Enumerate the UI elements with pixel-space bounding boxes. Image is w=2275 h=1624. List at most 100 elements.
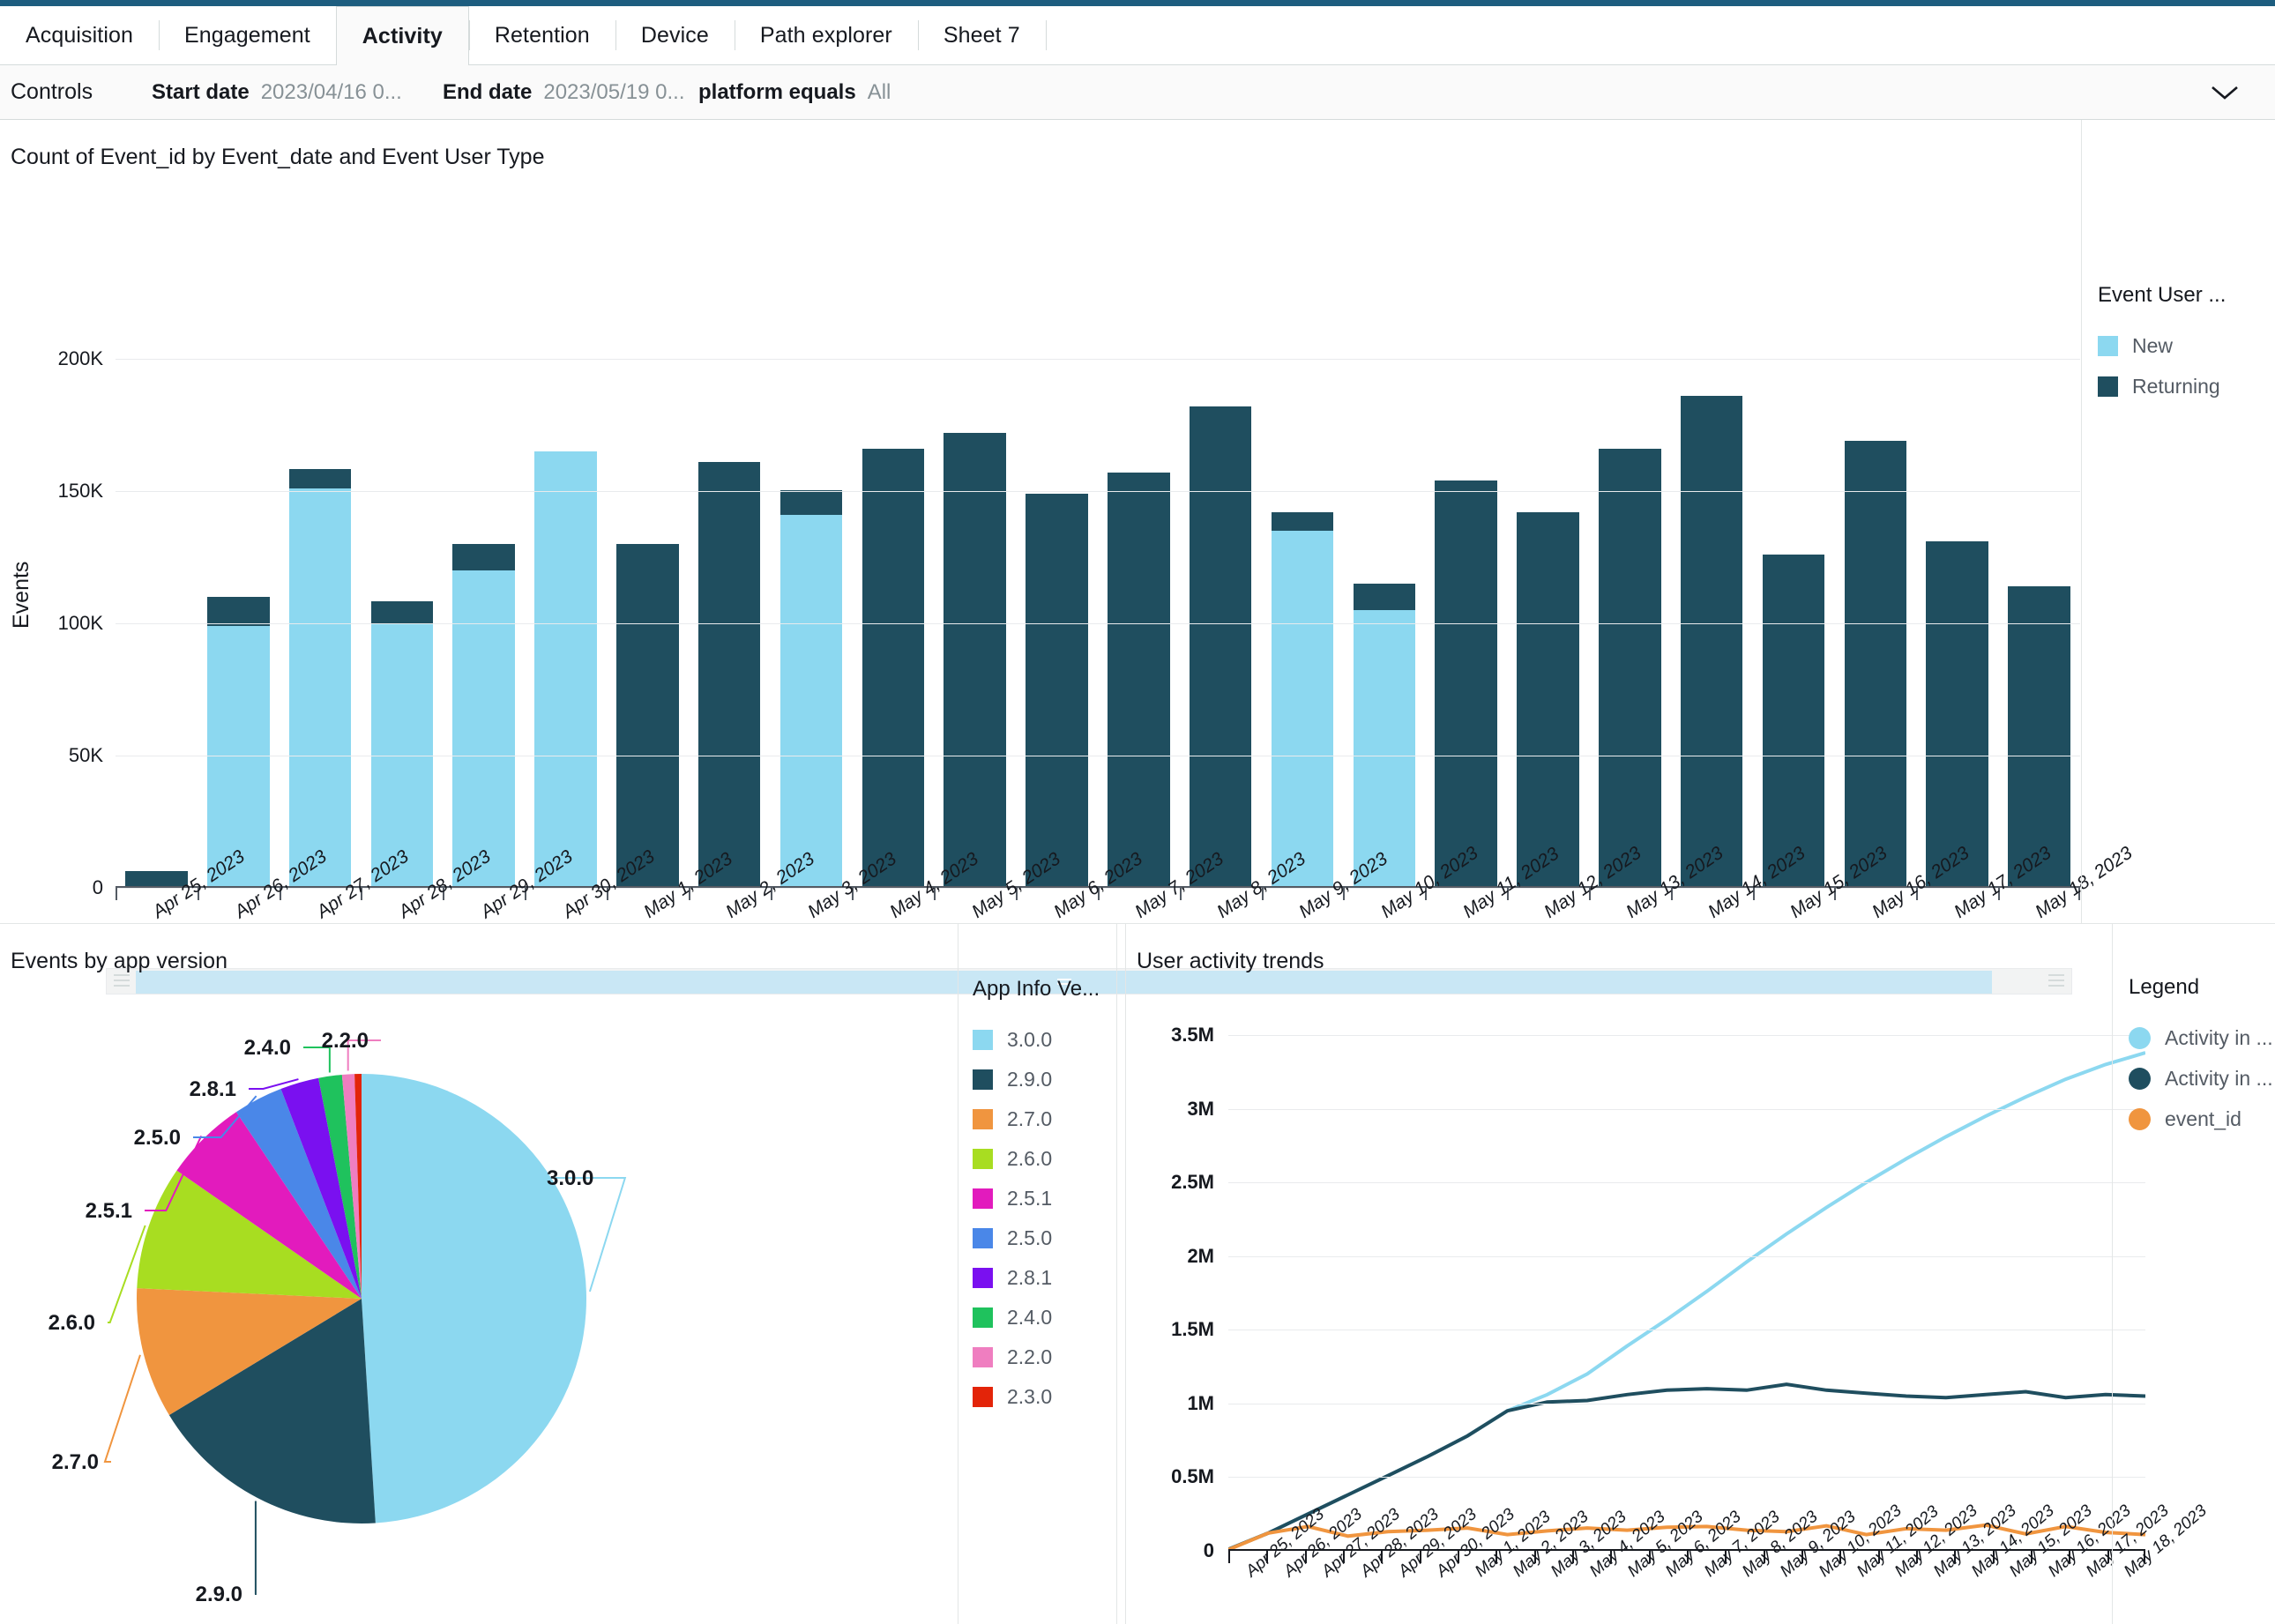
pie-legend-item[interactable]: 2.4.0 xyxy=(973,1306,1116,1330)
bar-segment-returning[interactable] xyxy=(862,449,925,888)
control-platform[interactable]: platform equals All xyxy=(698,80,891,105)
bar-column[interactable] xyxy=(862,449,925,888)
pie-legend-item[interactable]: 2.8.1 xyxy=(973,1266,1116,1290)
line-chart-plot[interactable]: 0 0.5M 1M 1.5M 2M 2.5M 3M 3.5M xyxy=(1171,1024,2145,1561)
bar-column[interactable] xyxy=(1680,396,1743,888)
pie-legend-item[interactable]: 2.7.0 xyxy=(973,1107,1116,1131)
tab-retention[interactable]: Retention xyxy=(468,6,615,64)
platform-value: All xyxy=(867,79,891,104)
bar-segment-new[interactable] xyxy=(452,570,515,888)
bar-chart-plot[interactable]: 0 50K 100K 150K 200K xyxy=(58,347,2080,898)
pie-legend-item[interactable]: 2.5.1 xyxy=(973,1187,1116,1211)
bar-column[interactable] xyxy=(1189,406,1252,888)
bar-column[interactable] xyxy=(206,597,270,888)
bar-segment-returning[interactable] xyxy=(1926,541,1988,888)
bar-column[interactable] xyxy=(1762,555,1825,888)
bar-segment-returning[interactable] xyxy=(944,433,1006,888)
bar-segment-returning[interactable] xyxy=(370,600,434,623)
bar-chart-y-tick-label: 200K xyxy=(57,347,103,369)
bar-column[interactable] xyxy=(534,451,597,888)
control-start-date[interactable]: Start date 2023/04/16 0... xyxy=(152,79,402,105)
bar-column[interactable] xyxy=(1026,494,1088,888)
tab-acquisition[interactable]: Acquisition xyxy=(0,6,159,64)
bar-segment-returning[interactable] xyxy=(1517,512,1579,888)
pie-legend-item[interactable]: 2.9.0 xyxy=(973,1068,1116,1091)
bar-segment-returning[interactable] xyxy=(288,468,352,488)
bar-segment-new[interactable] xyxy=(1271,531,1334,888)
pie-chart-svg[interactable]: 3.0.0 2.9.0 2.7.0 2.6.0 2.5.1 2.5.0 2.8.1 2.4.0… xyxy=(0,977,957,1624)
x-label-slot: Apr 30, 2023 xyxy=(1420,1505,1518,1624)
bar-legend-item-returning[interactable]: Returning xyxy=(2098,375,2275,399)
bar-segment-new[interactable] xyxy=(779,515,843,888)
bar-column[interactable] xyxy=(1353,584,1416,888)
bar-chart-title: Count of Event_id by Event_date and Even… xyxy=(11,145,545,169)
pie-slice-label: 2.9.0 xyxy=(196,1583,242,1606)
bar-column[interactable] xyxy=(370,600,434,888)
pie-chart-area[interactable]: 3.0.0 2.9.0 2.7.0 2.6.0 2.5.1 2.5.0 2.8.1 2.4.0… xyxy=(0,977,957,1624)
tab-activity[interactable]: Activity xyxy=(335,6,469,65)
bar-segment-returning[interactable] xyxy=(1599,449,1661,888)
chevron-down-icon[interactable] xyxy=(2210,85,2240,101)
x-label-slot: May 7, 2023 xyxy=(1687,1508,1784,1624)
bar-segment-returning[interactable] xyxy=(697,462,761,888)
bar-segment-returning[interactable] xyxy=(1271,512,1334,531)
bar-column[interactable] xyxy=(1271,512,1334,888)
bar-column[interactable] xyxy=(944,433,1006,888)
bar-segment-returning[interactable] xyxy=(1680,396,1743,888)
tab-label: Engagement xyxy=(184,22,310,48)
bar-segment-returning[interactable] xyxy=(1108,473,1170,888)
bar-segment-returning[interactable] xyxy=(1844,441,1907,888)
x-label-slot: May 17, 2023 xyxy=(2069,1501,2173,1624)
bar-segment-returning[interactable] xyxy=(1189,406,1252,888)
legend-color-dot xyxy=(2129,1068,2151,1090)
tab-sheet-7[interactable]: Sheet 7 xyxy=(917,6,1046,64)
pie-slice[interactable] xyxy=(362,1074,587,1523)
bar-segment-returning[interactable] xyxy=(1026,494,1088,888)
bar-column[interactable] xyxy=(2008,586,2070,888)
bar-column[interactable] xyxy=(1517,512,1579,888)
legend-color-swatch xyxy=(2098,336,2118,356)
bar-column[interactable] xyxy=(697,462,761,888)
line-legend-item-3[interactable]: event_id xyxy=(2129,1107,2275,1131)
pie-legend-item[interactable]: 2.3.0 xyxy=(973,1385,1116,1409)
bar-column[interactable] xyxy=(616,544,679,888)
pie-legend-item[interactable]: 2.2.0 xyxy=(973,1345,1116,1369)
tab-path-explorer[interactable]: Path explorer xyxy=(734,6,918,64)
pie-legend-item[interactable]: 2.5.0 xyxy=(973,1226,1116,1250)
bar-column[interactable] xyxy=(1599,449,1661,888)
bar-segment-returning[interactable] xyxy=(1353,584,1416,610)
bar-column[interactable] xyxy=(1926,541,1988,888)
bar-segment-returning[interactable] xyxy=(206,597,270,626)
bar-segment-new[interactable] xyxy=(1353,610,1416,888)
line-legend-item-1[interactable]: Activity in ... xyxy=(2129,1026,2275,1050)
control-end-date[interactable]: End date 2023/05/19 0... xyxy=(443,80,690,105)
start-date-label: Start date xyxy=(152,79,250,104)
pie-legend-item[interactable]: 3.0.0 xyxy=(973,1028,1116,1052)
legend-color-swatch xyxy=(973,1188,993,1209)
bar-segment-returning[interactable] xyxy=(779,489,843,515)
bar-chart-y-tick-label: 150K xyxy=(57,480,103,502)
pie-chart-title: Events by app version xyxy=(11,949,228,973)
bar-legend-item-new[interactable]: New xyxy=(2098,334,2275,358)
bar-segment-new[interactable] xyxy=(288,488,352,888)
bar-column[interactable] xyxy=(1435,480,1497,888)
bar-column[interactable] xyxy=(1108,473,1170,888)
pie-slice-label: 2.5.1 xyxy=(86,1199,132,1223)
tab-label: Device xyxy=(640,22,709,48)
line-legend-item-2[interactable]: Activity in ... xyxy=(2129,1067,2275,1091)
bar-segment-returning[interactable] xyxy=(616,544,679,888)
tab-engagement[interactable]: Engagement xyxy=(159,6,336,64)
bar-segment-new[interactable] xyxy=(534,451,597,888)
pie-legend-item[interactable]: 2.6.0 xyxy=(973,1147,1116,1171)
line-chart-panel: User activity trends 0 0.5M 1M 1.5M 2M 2.5M 3M… xyxy=(1125,924,2275,1624)
bar-column[interactable] xyxy=(288,468,352,888)
bar-segment-returning[interactable] xyxy=(1762,555,1825,888)
bar-column[interactable] xyxy=(1844,441,1907,888)
bar-column[interactable] xyxy=(452,544,515,888)
bar-segment-returning[interactable] xyxy=(452,544,515,570)
bar-segment-returning[interactable] xyxy=(2008,586,2070,888)
bar-segment-returning[interactable] xyxy=(1435,480,1497,888)
bar-column[interactable] xyxy=(779,489,843,888)
tab-device[interactable]: Device xyxy=(615,6,735,64)
tab-label: Acquisition xyxy=(26,22,133,48)
